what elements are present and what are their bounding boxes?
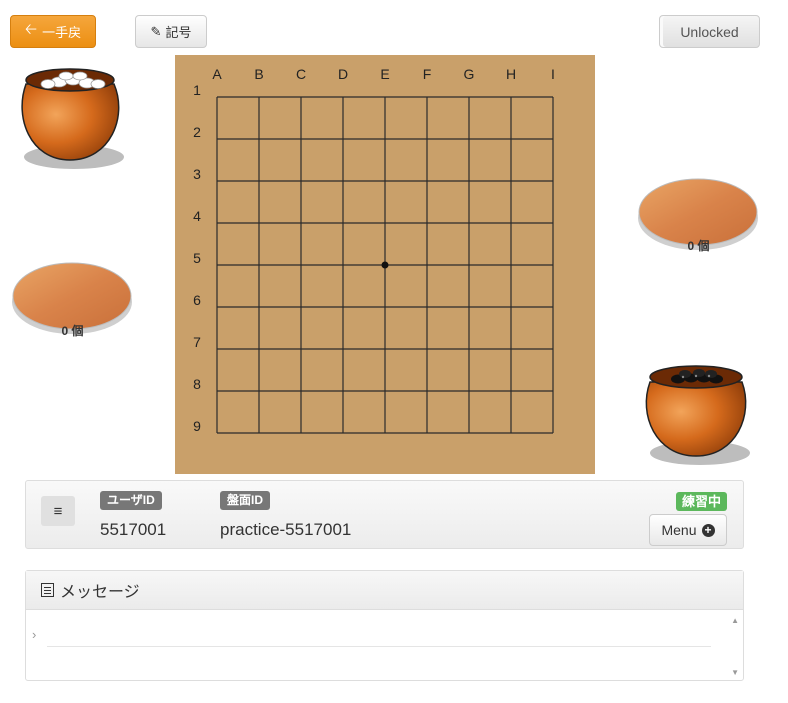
row-label: 8 bbox=[193, 376, 201, 392]
message-log[interactable]: › ▲ ▼ bbox=[26, 610, 743, 680]
column-label: E bbox=[380, 66, 389, 82]
hamburger-menu-button[interactable]: ≡ bbox=[41, 496, 75, 526]
captured-count-right: 0 個 bbox=[687, 239, 710, 253]
column-label: F bbox=[423, 66, 432, 82]
column-label: C bbox=[296, 66, 306, 82]
undo-move-label: 一手戻 bbox=[42, 25, 82, 40]
status-badge: 練習中 bbox=[675, 492, 727, 511]
lock-toggle-label: Unlocked bbox=[680, 23, 739, 40]
notation-label: 記号 bbox=[165, 25, 192, 40]
captured-stones-lid-left[interactable]: 0 個 bbox=[10, 258, 135, 343]
row-label: 3 bbox=[193, 166, 201, 182]
column-label: G bbox=[464, 66, 475, 82]
menu-button-label: Menu bbox=[661, 522, 697, 538]
column-label: D bbox=[338, 66, 348, 82]
list-icon bbox=[41, 583, 54, 597]
captured-stones-lid-right[interactable]: 0 個 bbox=[636, 174, 761, 259]
row-label: 6 bbox=[193, 292, 201, 308]
notation-button[interactable]: ✎ 記号 bbox=[135, 15, 207, 48]
arrow-left-icon: 🡠 bbox=[24, 21, 38, 38]
scroll-down-arrow-icon[interactable]: ▼ bbox=[731, 668, 739, 677]
star-point bbox=[381, 261, 389, 269]
board-id-value: practice-5517001 bbox=[220, 520, 352, 539]
white-stone-bowl[interactable] bbox=[10, 62, 130, 172]
pencil-icon: ✎ bbox=[150, 23, 162, 39]
message-panel: メッセージ › ▲ ▼ bbox=[25, 570, 744, 681]
board-id-label: 盤面ID bbox=[220, 491, 271, 510]
menu-button[interactable]: Menu + bbox=[649, 514, 727, 546]
message-divider bbox=[47, 646, 711, 647]
board-grid[interactable]: A B C D E F G H I 1 2 3 4 5 6 7 8 9 bbox=[175, 55, 595, 474]
black-stone-bowl[interactable] bbox=[638, 360, 758, 470]
game-info-panel: ≡ ユーザID 5517001 盤面ID practice-5517001 練習… bbox=[25, 480, 744, 549]
user-id-value: 5517001 bbox=[100, 520, 167, 539]
row-label: 7 bbox=[193, 334, 201, 350]
captured-count-left: 0 個 bbox=[61, 324, 84, 338]
undo-move-button[interactable]: 🡠 一手戻 bbox=[10, 15, 96, 48]
row-label: 1 bbox=[193, 82, 201, 98]
row-label: 2 bbox=[193, 124, 201, 140]
message-panel-title: メッセージ bbox=[60, 584, 140, 601]
message-panel-header: メッセージ bbox=[26, 571, 743, 610]
user-id-label: ユーザID bbox=[100, 491, 162, 510]
column-label: A bbox=[212, 66, 222, 82]
row-label: 9 bbox=[193, 418, 201, 434]
plus-circle-icon: + bbox=[701, 523, 715, 537]
column-label: H bbox=[506, 66, 516, 82]
column-label: I bbox=[551, 66, 555, 82]
lock-toggle-button[interactable]: Unlocked bbox=[659, 15, 760, 48]
row-label: 5 bbox=[193, 250, 201, 266]
column-label: B bbox=[254, 66, 263, 82]
go-board[interactable]: A B C D E F G H I 1 2 3 4 5 6 7 8 9 bbox=[175, 55, 595, 474]
chevron-right-icon: › bbox=[32, 627, 37, 642]
scroll-up-arrow-icon[interactable]: ▲ bbox=[731, 616, 739, 625]
row-label: 4 bbox=[193, 208, 201, 224]
